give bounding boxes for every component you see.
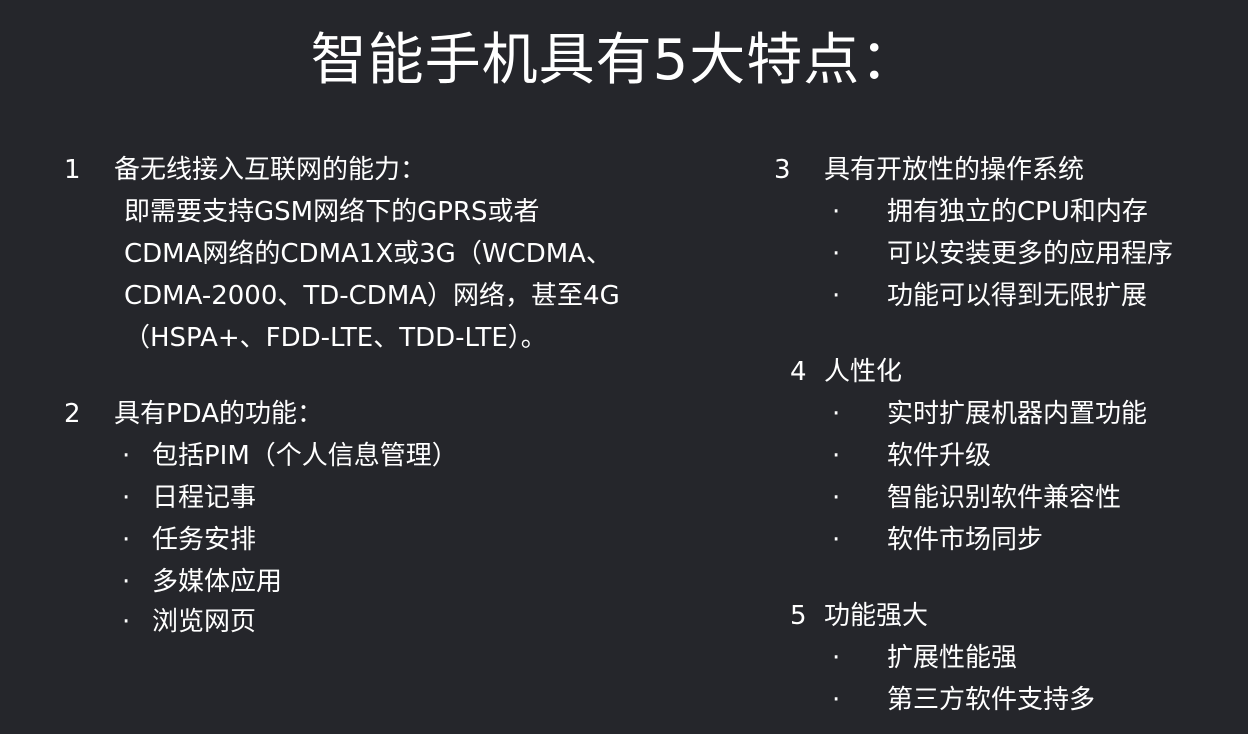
- section-4-heading: 人性化: [824, 357, 903, 387]
- section-1-desc-line: CDMA网络的CDMA1X或3G（WCDMA、: [124, 239, 612, 269]
- section-2-item: 日程记事: [152, 483, 257, 513]
- section-3-item: 拥有独立的CPU和内存: [887, 197, 1148, 227]
- bullet-icon: ·: [122, 441, 131, 471]
- section-4-item: 软件升级: [887, 441, 992, 471]
- bullet-icon: ·: [832, 197, 841, 227]
- section-1-desc-line: CDMA-2000、TD-CDMA）网络，甚至4G: [124, 281, 620, 311]
- slide-title: 智能手机具有5大特点：: [310, 28, 918, 93]
- section-5-item: 第三方软件支持多: [887, 685, 1096, 715]
- section-2-item: 包括PIM（个人信息管理）: [152, 441, 458, 471]
- section-5-heading: 功能强大: [824, 601, 929, 631]
- bullet-icon: ·: [832, 525, 841, 555]
- bullet-icon: ·: [832, 281, 841, 311]
- bullet-icon: ·: [122, 525, 131, 555]
- bullet-icon: ·: [832, 685, 841, 715]
- bullet-icon: ·: [122, 607, 131, 637]
- bullet-icon: ·: [832, 399, 841, 429]
- section-3-item: 功能可以得到无限扩展: [887, 281, 1148, 311]
- section-2-item: 任务安排: [152, 525, 257, 555]
- section-4-item: 智能识别软件兼容性: [887, 483, 1122, 513]
- section-2-heading: 具有PDA的功能：: [114, 399, 324, 429]
- bullet-icon: ·: [832, 239, 841, 269]
- section-4-number: 4: [790, 357, 807, 387]
- section-4-item: 软件市场同步: [887, 525, 1044, 555]
- section-1-desc-line: 即需要支持GSM网络下的GPRS或者: [124, 197, 540, 227]
- bullet-icon: ·: [832, 643, 841, 673]
- section-4-item: 实时扩展机器内置功能: [887, 399, 1148, 429]
- bullet-icon: ·: [832, 441, 841, 471]
- bullet-icon: ·: [122, 567, 131, 597]
- section-1-number: 1: [64, 155, 81, 185]
- section-2-item: 多媒体应用: [152, 567, 283, 597]
- bullet-icon: ·: [122, 483, 131, 513]
- slide: 智能手机具有5大特点： 1 备无线接入互联网的能力： 即需要支持GSM网络下的G…: [0, 0, 1248, 734]
- section-1-heading: 备无线接入互联网的能力：: [114, 155, 427, 185]
- bullet-icon: ·: [832, 483, 841, 513]
- section-2-number: 2: [64, 399, 81, 429]
- section-3-item: 可以安装更多的应用程序: [887, 239, 1174, 269]
- section-3-heading: 具有开放性的操作系统: [824, 155, 1085, 185]
- section-1-desc-line: （HSPA+、FDD-LTE、TDD-LTE）。: [124, 323, 547, 353]
- section-5-number: 5: [790, 601, 807, 631]
- section-2-item: 浏览网页: [152, 607, 257, 637]
- section-3-number: 3: [774, 155, 791, 185]
- section-5-item: 扩展性能强: [887, 643, 1018, 673]
